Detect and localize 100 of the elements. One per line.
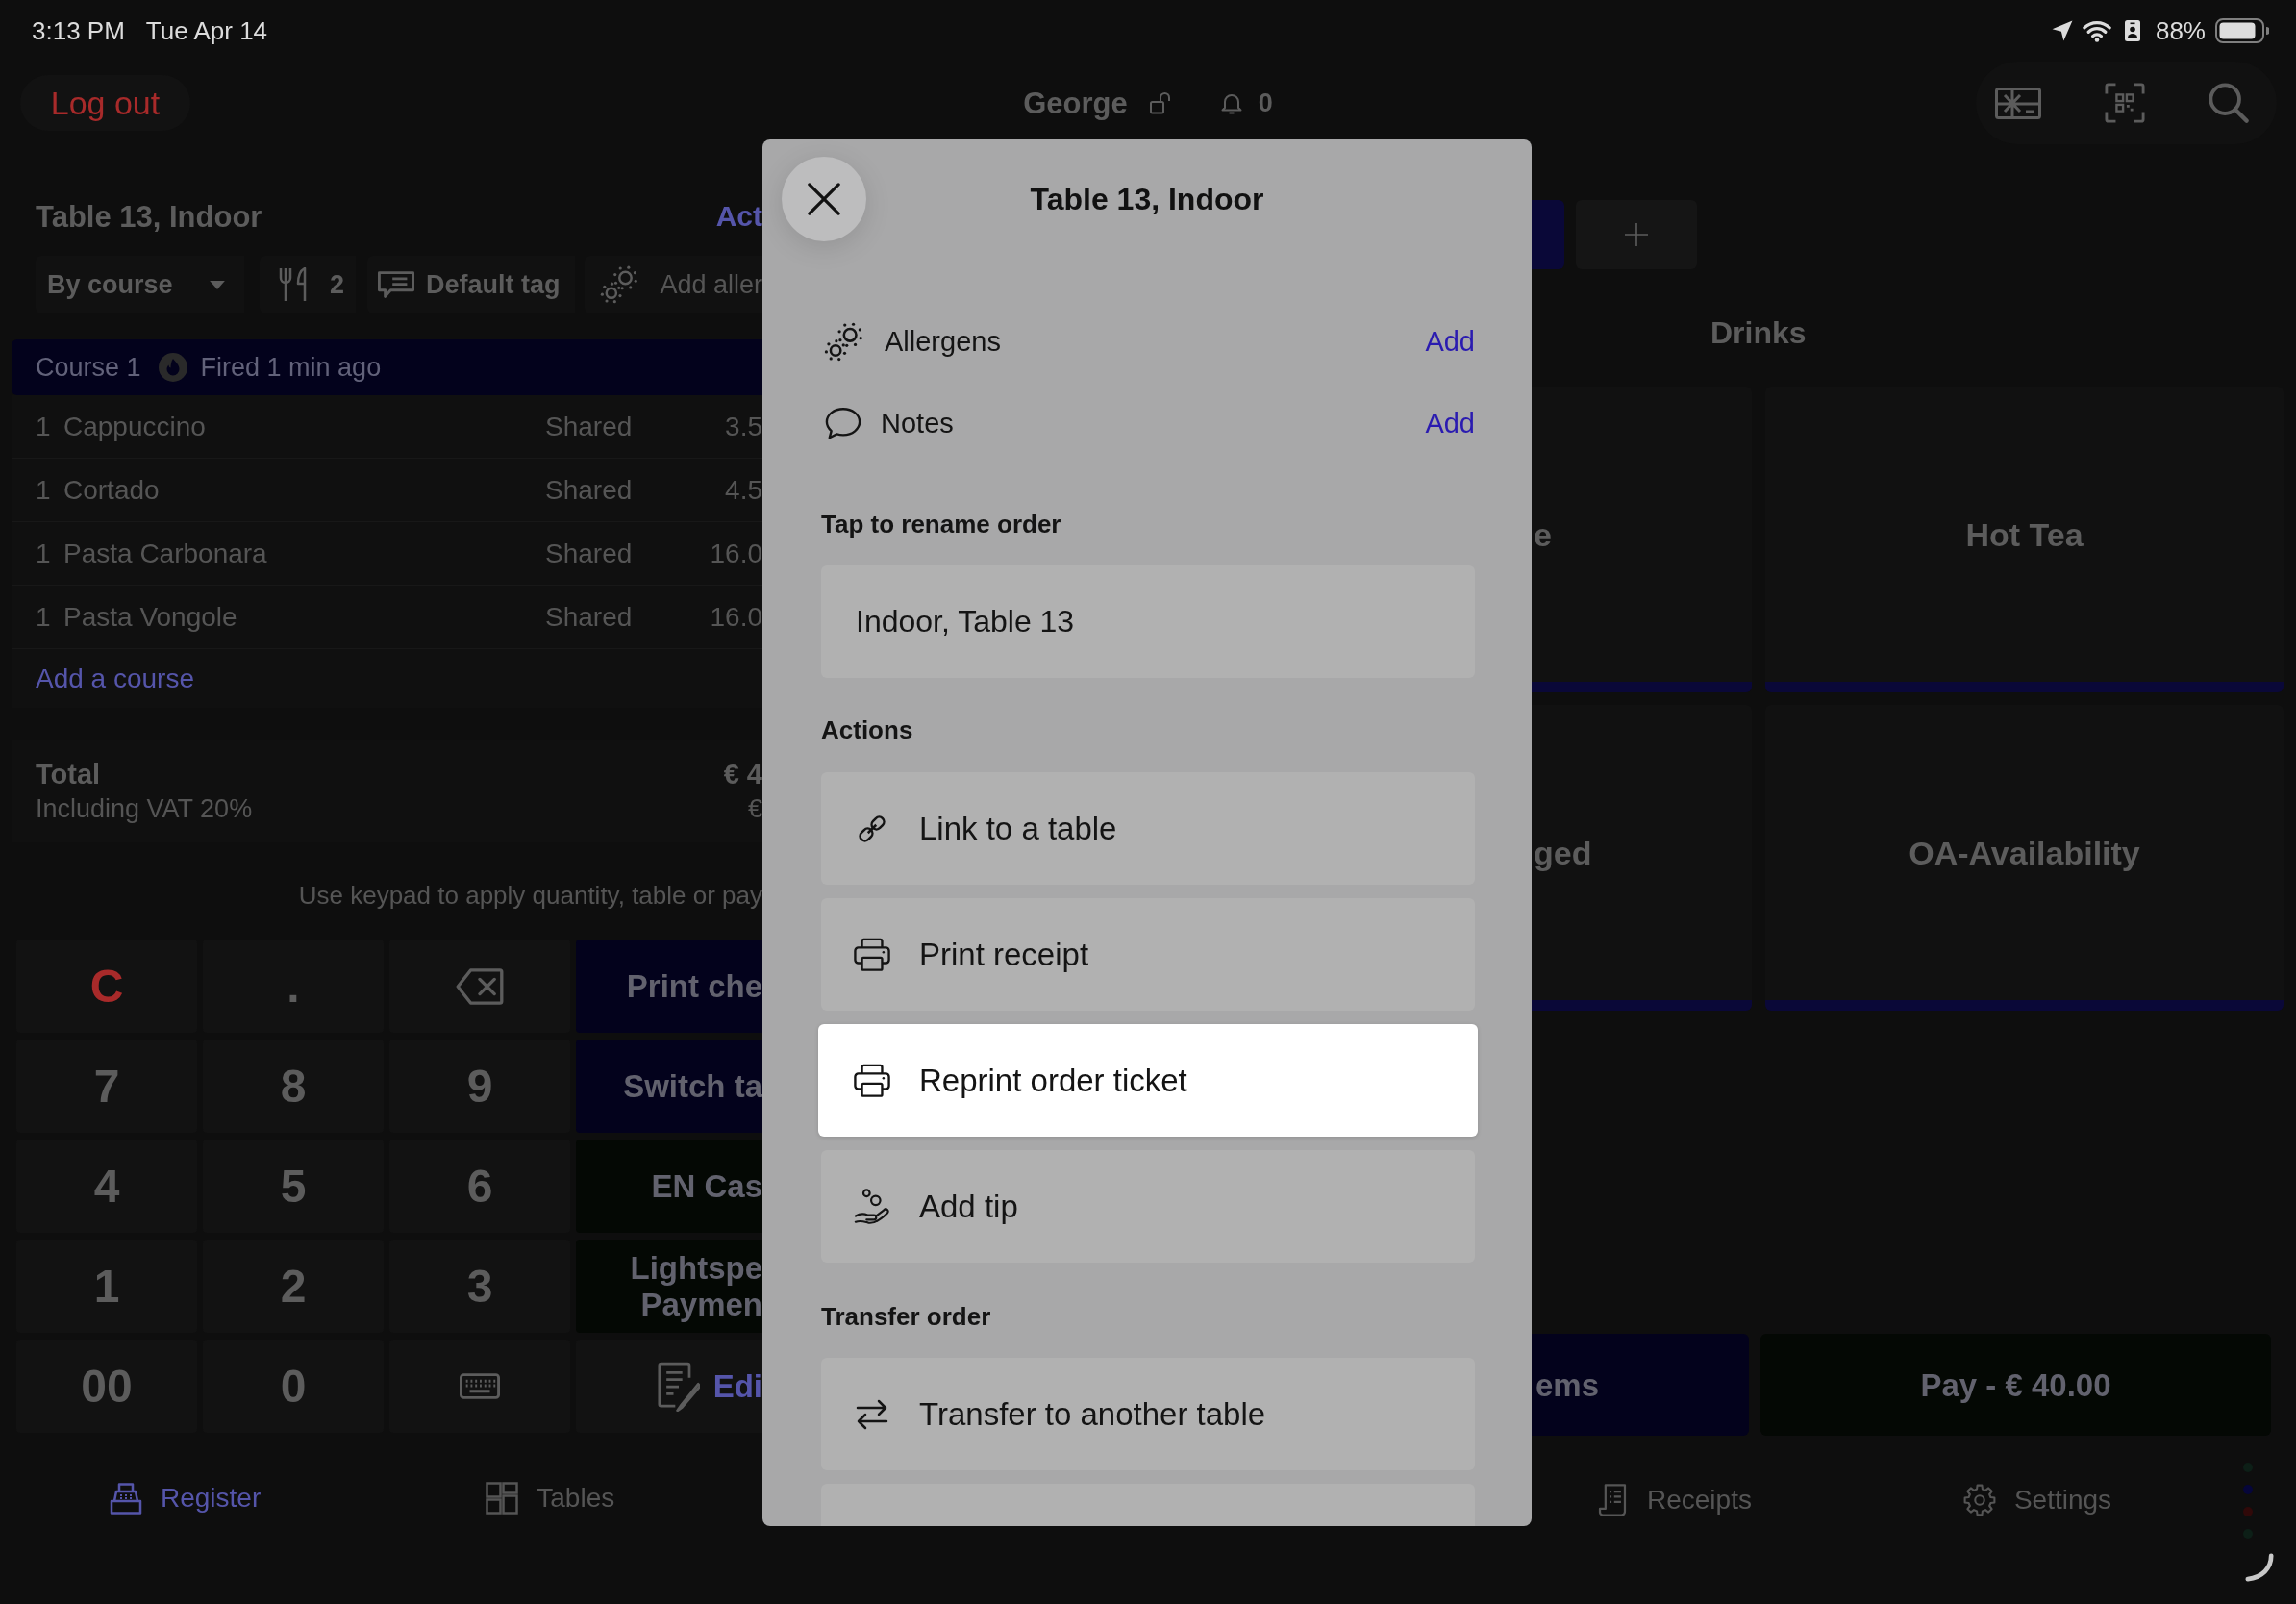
add-course-link[interactable]: Add a course (36, 664, 194, 692)
grid-icon (486, 1482, 519, 1515)
add-link[interactable]: Add (1425, 409, 1475, 438)
hand-coins-icon (854, 1188, 890, 1225)
qr-scan-icon[interactable] (2105, 83, 2145, 123)
item-seat: Shared (545, 413, 680, 440)
cutlery-icon (278, 267, 308, 302)
tile-label: ged (1534, 836, 1592, 869)
speech-bubble-icon (825, 407, 861, 439)
notification-count: 0 (1258, 89, 1273, 116)
quick-action-button[interactable]: Print che (576, 940, 762, 1033)
keypad-key[interactable]: 9 (389, 1040, 570, 1133)
nav-tab[interactable]: Settings (1962, 1484, 2112, 1516)
keypad-key[interactable]: 7 (16, 1040, 197, 1133)
order-name-field[interactable]: Indoor, Table 13 (821, 565, 1475, 678)
item-price: 4.5 (724, 476, 762, 504)
gift-card-icon[interactable] (1995, 87, 2041, 119)
dotted-circles-icon (600, 265, 638, 304)
item-price: 16.0 (709, 603, 762, 631)
item-quantity: 1 (36, 413, 52, 440)
nav-tab[interactable]: Tables (486, 1482, 615, 1515)
document-pen-icon (657, 1361, 700, 1412)
keypad-key[interactable]: 4 (16, 1140, 197, 1233)
keyboard-key[interactable] (389, 1340, 570, 1433)
item-seat: Shared (545, 539, 680, 567)
logout-button[interactable]: Log out (20, 75, 190, 131)
flame-icon (158, 353, 187, 382)
actions-link[interactable]: Act (715, 202, 762, 231)
item-quantity: 1 (36, 603, 52, 631)
keypad-key[interactable]: 6 (389, 1140, 570, 1233)
quick-action-button[interactable]: EN Cas (576, 1140, 762, 1233)
action-item[interactable]: Transfer to another table (821, 1358, 1475, 1470)
close-icon (808, 183, 840, 215)
item-quantity: 1 (36, 539, 52, 567)
edit-button[interactable]: Edi (576, 1340, 762, 1433)
printer-icon (854, 1063, 890, 1098)
keypad-key[interactable]: 0 (203, 1340, 384, 1433)
item-name[interactable]: Pasta Vongole (63, 603, 517, 631)
pay-button[interactable]: Pay - € 40.00 (1760, 1334, 2271, 1436)
quick-action-button[interactable]: Switch ta (576, 1040, 762, 1133)
quick-action-button[interactable]: Lightspe Paymen (576, 1240, 762, 1333)
caret-down-icon (210, 280, 225, 289)
total-label: Total (36, 760, 101, 789)
keypad-key[interactable]: 8 (203, 1040, 384, 1133)
backspace-icon (456, 967, 504, 1005)
total-amount: € 4 (723, 760, 762, 789)
status-date: Tue Apr 14 (145, 18, 268, 43)
action-item[interactable]: Add tip (821, 1150, 1475, 1263)
keypad-hint: Use keypad to apply quantity, table or pay (298, 883, 762, 908)
tile-label: e (1534, 517, 1552, 551)
item-name[interactable]: Pasta Carbonara (63, 539, 517, 567)
section-label: Tap to rename order (821, 512, 1061, 537)
section-heading: Drinks (1710, 317, 1807, 348)
keyboard-icon (460, 1373, 500, 1399)
search-icon[interactable] (2209, 83, 2249, 123)
backspace-key[interactable] (389, 940, 570, 1033)
tile-label: OA-Availability (1909, 836, 2140, 869)
section-label: Actions (821, 717, 913, 742)
keypad-key[interactable]: 2 (203, 1240, 384, 1333)
items-button[interactable]: ems (1532, 1334, 1749, 1436)
action-item[interactable]: Link to a table (821, 772, 1475, 885)
location-arrow-icon (2051, 20, 2073, 41)
nav-tab[interactable]: Receipts (1596, 1484, 1752, 1516)
keypad-key[interactable]: . (203, 940, 384, 1033)
vat-amount: € (747, 795, 762, 822)
wifi-icon (2082, 19, 2111, 42)
vat-label: Including VAT 20% (36, 795, 253, 822)
gear-icon (1962, 1484, 1996, 1516)
chat-lines-icon (378, 270, 414, 299)
course-header[interactable]: Course 1 Fired 1 min ago (12, 339, 762, 395)
padlock-icon[interactable] (1148, 91, 1172, 114)
item-price: 3.5 (724, 413, 762, 440)
option-label: Notes (881, 409, 954, 438)
add-link[interactable]: Add (1425, 327, 1475, 356)
user-name[interactable]: George (1023, 88, 1128, 118)
keypad-key[interactable]: 00 (16, 1340, 197, 1433)
id-badge-icon (2124, 20, 2140, 41)
tile-label: Hot Tea (1965, 517, 2084, 551)
swap-arrows-icon (855, 1398, 889, 1430)
item-price: 16.0 (709, 539, 762, 567)
course-status: Fired 1 min ago (200, 354, 382, 381)
battery-percentage: 88% (2155, 18, 2206, 43)
action-item[interactable]: Print receipt (821, 898, 1475, 1011)
bell-icon[interactable] (1219, 91, 1243, 114)
keypad-key[interactable]: 3 (389, 1240, 570, 1333)
keypad-key[interactable]: 5 (203, 1140, 384, 1233)
item-name[interactable]: Cortado (63, 476, 517, 504)
section-label: Transfer order (821, 1304, 991, 1329)
plus-icon (1625, 223, 1648, 246)
keypad-key[interactable]: 1 (16, 1240, 197, 1333)
nav-tab[interactable]: Register (110, 1482, 262, 1515)
receipt-icon (1596, 1484, 1629, 1516)
item-name[interactable]: Cappuccino (63, 413, 517, 440)
cash-register-icon (110, 1482, 142, 1515)
order-title: Table 13, Indoor (36, 201, 262, 232)
item-seat: Shared (545, 603, 680, 631)
status-time: 3:13 PM (32, 18, 125, 43)
clear-key[interactable]: C (16, 940, 197, 1033)
action-item[interactable]: Reprint order ticket (818, 1024, 1478, 1137)
item-quantity: 1 (36, 476, 52, 504)
